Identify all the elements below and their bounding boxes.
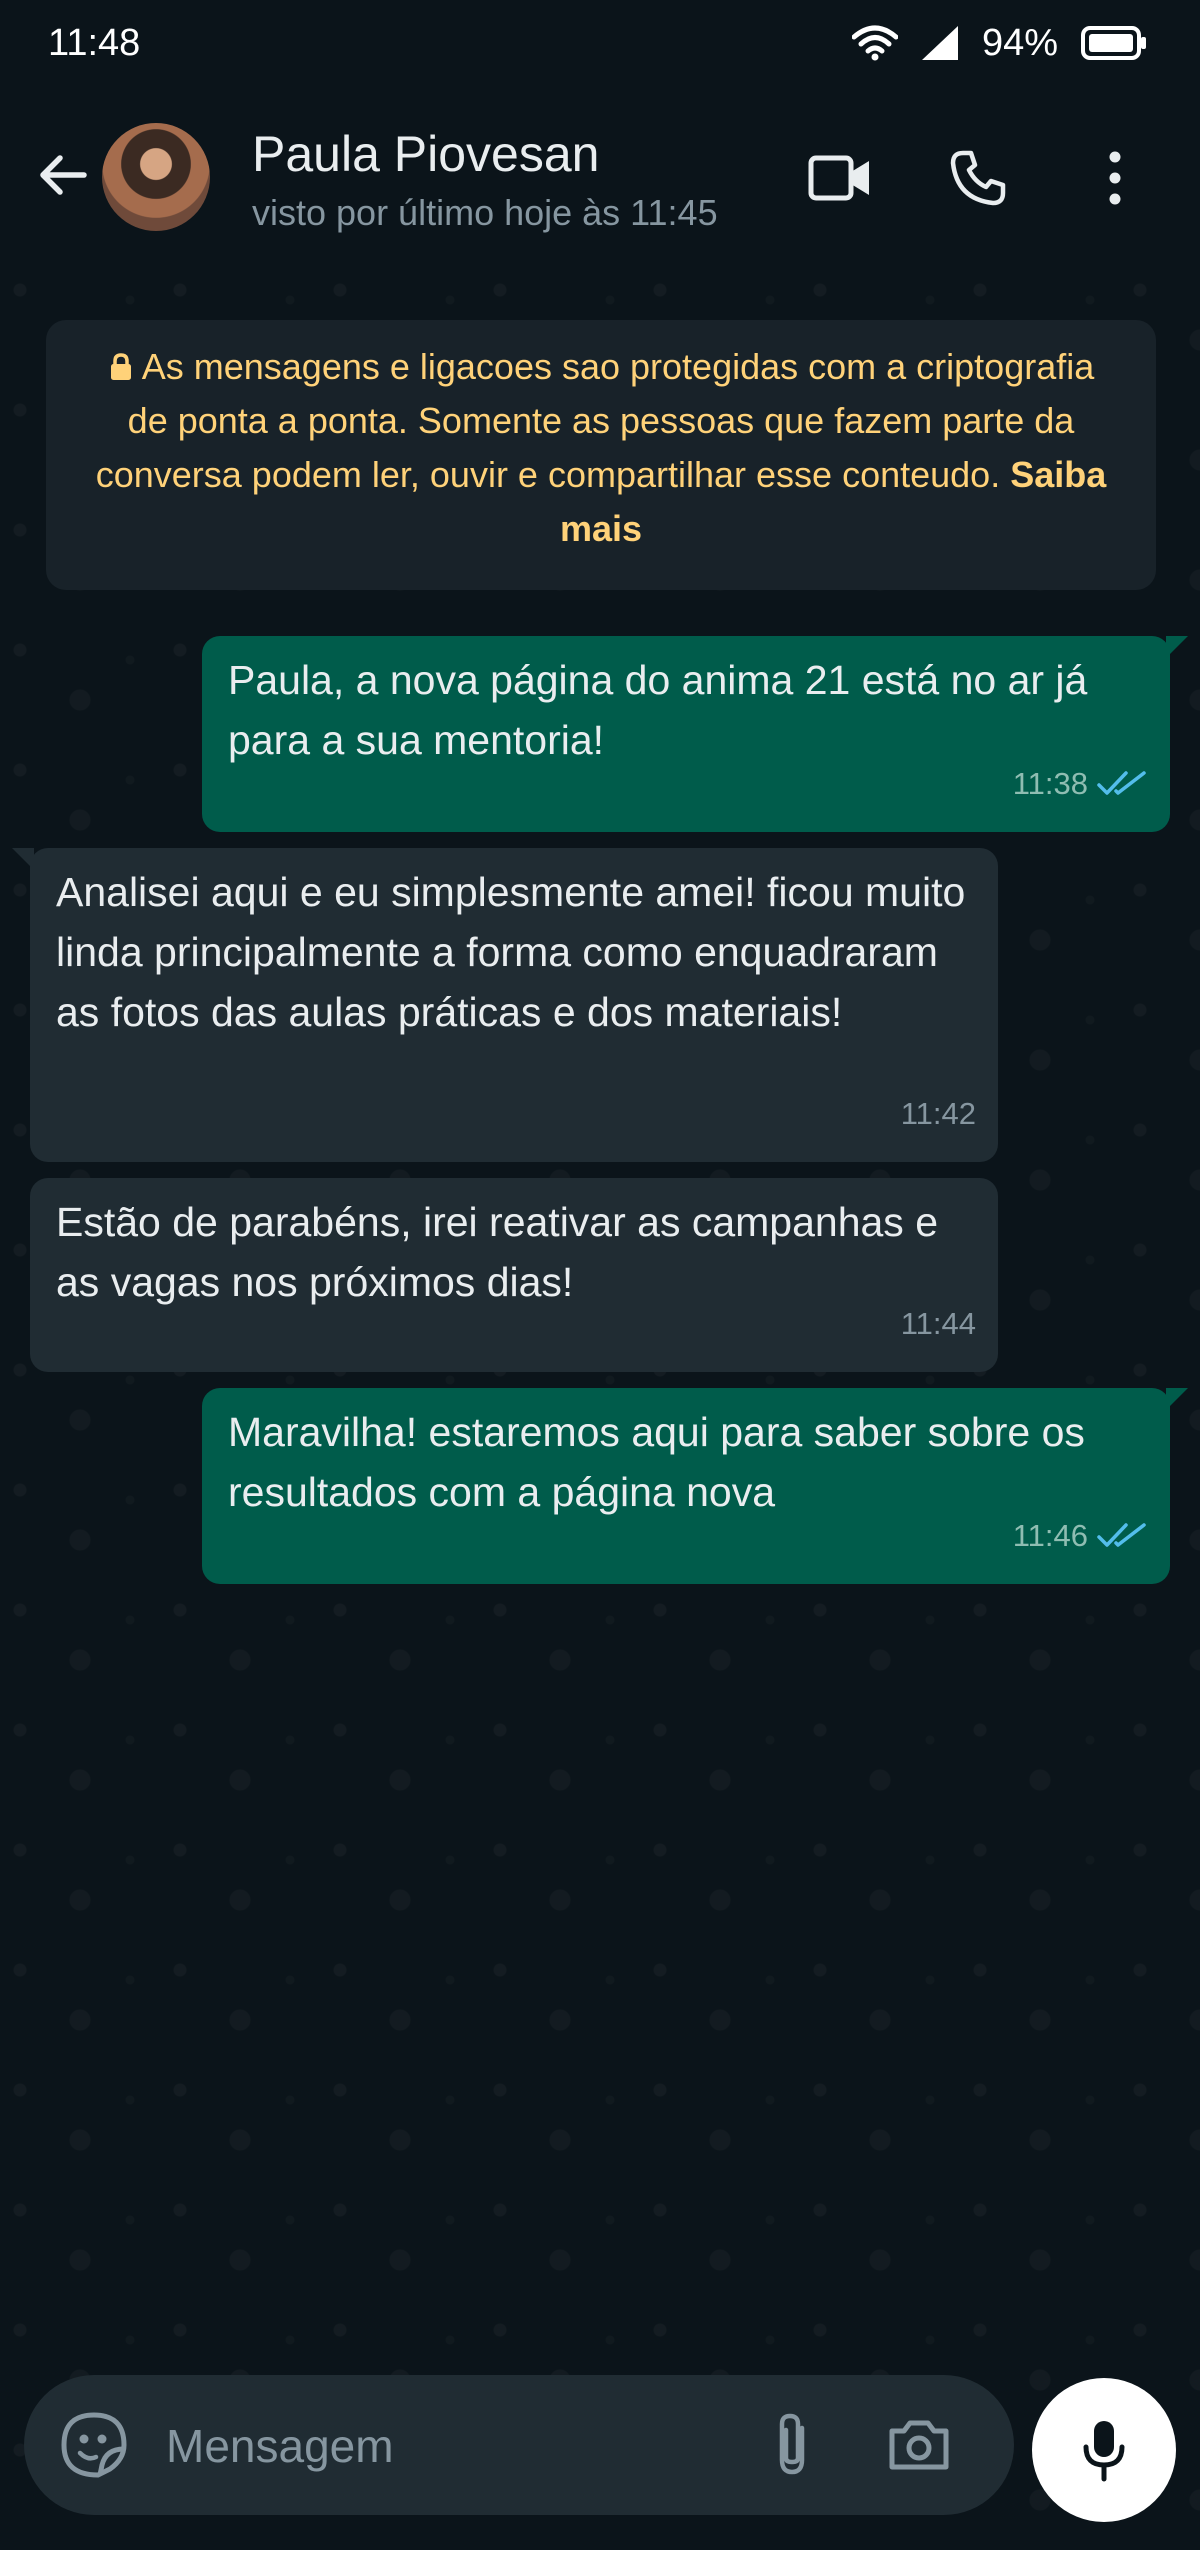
message-time: 11:38: [1012, 766, 1088, 801]
attach-button[interactable]: [752, 2405, 832, 2485]
battery-icon: [1081, 26, 1146, 60]
more-options-icon: [1109, 151, 1121, 205]
message-meta: 11:46: [1013, 1506, 1148, 1566]
more-options-button[interactable]: [1075, 138, 1155, 218]
encryption-notice[interactable]: As mensagens e ligacoes sao protegidas c…: [46, 320, 1156, 590]
battery-percent: 94%: [981, 21, 1058, 64]
message-input[interactable]: [164, 2405, 728, 2487]
message-bubble-outgoing[interactable]: Maravilha! estaremos aqui para saber sob…: [202, 1388, 1188, 1584]
status-time: 11:48: [48, 22, 141, 64]
message-meta: 11:38: [1013, 754, 1148, 814]
message-text: Analisei aqui e eu simplesmente amei! fi…: [56, 869, 966, 1035]
attach-icon: [779, 2413, 805, 2475]
lock-icon: [110, 353, 131, 380]
encryption-notice-text: As mensagens e ligacoes sao protegidas c…: [95, 346, 1095, 495]
mic-icon: [1083, 2421, 1125, 2482]
contact-name[interactable]: Paula Piovesan: [252, 125, 599, 183]
cellular-signal-icon: [921, 26, 958, 60]
contact-avatar[interactable]: [102, 123, 210, 231]
status-icons: 94%: [851, 18, 1148, 68]
message-bubble-outgoing[interactable]: Paula, a nova página do anima 21 está no…: [202, 636, 1188, 832]
message-meta: 11:44: [901, 1294, 976, 1354]
status-bar: 11:48 94%: [0, 0, 1200, 90]
message-meta: 11:42: [901, 1084, 976, 1144]
message-composer: [24, 2375, 1014, 2515]
camera-button[interactable]: [874, 2405, 964, 2485]
message-text: Maravilha! estaremos aqui para saber sob…: [228, 1409, 1085, 1515]
message-bubble-incoming[interactable]: Analisei aqui e eu simplesmente amei! fi…: [12, 848, 998, 1162]
video-call-icon: [808, 155, 869, 201]
camera-icon: [889, 2420, 949, 2470]
chat-area[interactable]: As mensagens e ligacoes sao protegidas c…: [0, 270, 1200, 2550]
chat-header: Paula Piovesan visto por último hoje às …: [0, 90, 1200, 270]
wifi-icon: [851, 25, 898, 61]
message-text: Estão de parabéns, irei reativar as camp…: [56, 1199, 939, 1305]
message-time: 11:44: [900, 1306, 976, 1341]
message-time: 11:42: [900, 1096, 976, 1131]
back-button[interactable]: [28, 140, 98, 210]
back-arrow-icon: [40, 155, 87, 195]
emoji-icon: [61, 2412, 127, 2478]
last-seen-status: visto por último hoje às 11:45: [252, 192, 718, 233]
message-bubble-incoming[interactable]: Estão de parabéns, irei reativar as camp…: [30, 1178, 998, 1372]
double-check-read-icon: [1097, 1523, 1146, 1547]
double-check-read-icon: [1097, 771, 1146, 795]
phone-icon: [950, 150, 1006, 206]
video-call-button[interactable]: [800, 138, 880, 218]
emoji-button[interactable]: [58, 2409, 130, 2481]
voice-message-button[interactable]: [1032, 2378, 1176, 2522]
voice-call-button[interactable]: [938, 138, 1018, 218]
message-time: 11:46: [1012, 1518, 1088, 1553]
message-text: Paula, a nova página do anima 21 está no…: [228, 657, 1088, 763]
